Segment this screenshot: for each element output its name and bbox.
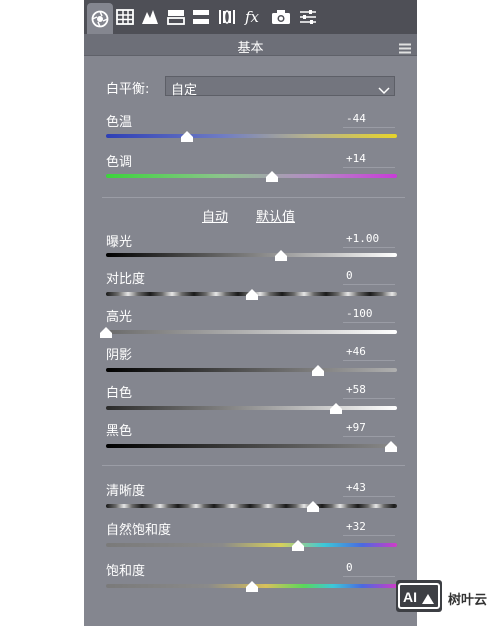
- blacks-slider-thumb[interactable]: [385, 441, 398, 452]
- panel-toolbar: fx: [84, 0, 417, 34]
- section-divider: [102, 197, 405, 198]
- camera-icon[interactable]: [271, 7, 291, 27]
- temperature-slider-track[interactable]: [106, 134, 397, 138]
- vibrance-value[interactable]: +32: [343, 520, 395, 536]
- exposure-slider-thumb[interactable]: [274, 250, 287, 261]
- clarity-value[interactable]: +43: [343, 481, 395, 497]
- whites-slider-thumb[interactable]: [329, 403, 342, 414]
- panel-header: 基本: [84, 34, 417, 56]
- svg-text:fx: fx: [244, 8, 260, 26]
- default-button[interactable]: 默认值: [256, 206, 295, 225]
- sliders-icon[interactable]: [298, 7, 318, 27]
- mountains-icon[interactable]: [140, 7, 160, 27]
- basic-panel: fx 基本 白平衡: 自定 色温 -44 色调 +14 自动 默认值 曝光 +1…: [84, 0, 417, 626]
- vibrance-label: 自然饱和度: [106, 523, 172, 538]
- temperature-value[interactable]: -44: [343, 112, 395, 128]
- shadows-label: 阴影: [106, 348, 133, 363]
- whites-value[interactable]: +58: [343, 383, 395, 399]
- exposure-value[interactable]: +1.00: [343, 232, 395, 248]
- contrast-label: 对比度: [106, 272, 146, 287]
- watermark-logo: AI: [396, 580, 442, 612]
- panel-title: 基本: [237, 41, 264, 56]
- chevron-down-icon: [378, 81, 390, 95]
- contrast-value[interactable]: 0: [343, 269, 395, 285]
- saturation-slider-thumb[interactable]: [245, 581, 258, 592]
- tint-value[interactable]: +14: [343, 152, 395, 168]
- blacks-slider-track[interactable]: [106, 444, 397, 448]
- saturation-label: 饱和度: [106, 564, 146, 579]
- vibrance-slider-track[interactable]: [106, 543, 397, 547]
- fx-icon[interactable]: fx: [244, 7, 264, 27]
- section-divider: [102, 465, 405, 466]
- watermark-text: 树叶云: [448, 593, 488, 608]
- shadows-slider-track[interactable]: [106, 368, 397, 372]
- watermark: AI 树叶云: [396, 578, 500, 618]
- highlights-slider-track[interactable]: [106, 330, 397, 334]
- two-bars-icon[interactable]: [191, 7, 211, 27]
- whites-label: 白色: [106, 386, 133, 401]
- blacks-value[interactable]: +97: [343, 421, 395, 437]
- svg-text:AI: AI: [403, 589, 417, 605]
- shadows-slider-thumb[interactable]: [312, 365, 325, 376]
- white-balance-label: 白平衡:: [106, 82, 150, 97]
- vibrance-slider-thumb[interactable]: [292, 540, 305, 551]
- shadows-value[interactable]: +46: [343, 345, 395, 361]
- blacks-label: 黑色: [106, 424, 133, 439]
- exposure-slider-track[interactable]: [106, 253, 397, 257]
- whites-slider-track[interactable]: [106, 406, 397, 410]
- highlights-label: 高光: [106, 310, 133, 325]
- exposure-label: 曝光: [106, 235, 133, 250]
- clarity-slider-thumb[interactable]: [306, 501, 319, 512]
- aperture-icon[interactable]: [87, 3, 113, 34]
- temperature-slider-thumb[interactable]: [181, 131, 194, 142]
- lens-icon[interactable]: [217, 7, 237, 27]
- tint-slider-thumb[interactable]: [265, 171, 278, 182]
- clarity-slider-track[interactable]: [106, 504, 397, 508]
- split-bars-icon[interactable]: [166, 7, 186, 27]
- panel-menu-icon[interactable]: [399, 39, 411, 54]
- highlights-value[interactable]: -100: [343, 307, 395, 323]
- grid-icon[interactable]: [115, 7, 135, 27]
- saturation-value[interactable]: 0: [343, 561, 395, 577]
- clarity-label: 清晰度: [106, 484, 146, 499]
- contrast-slider-thumb[interactable]: [245, 289, 258, 300]
- auto-button[interactable]: 自动: [202, 206, 228, 225]
- highlights-slider-thumb[interactable]: [100, 327, 112, 338]
- white-balance-value: 自定: [171, 83, 198, 98]
- tint-label: 色调: [106, 155, 133, 170]
- white-balance-select[interactable]: 自定: [165, 76, 395, 98]
- tint-slider-track[interactable]: [106, 174, 397, 178]
- temperature-label: 色温: [106, 115, 133, 130]
